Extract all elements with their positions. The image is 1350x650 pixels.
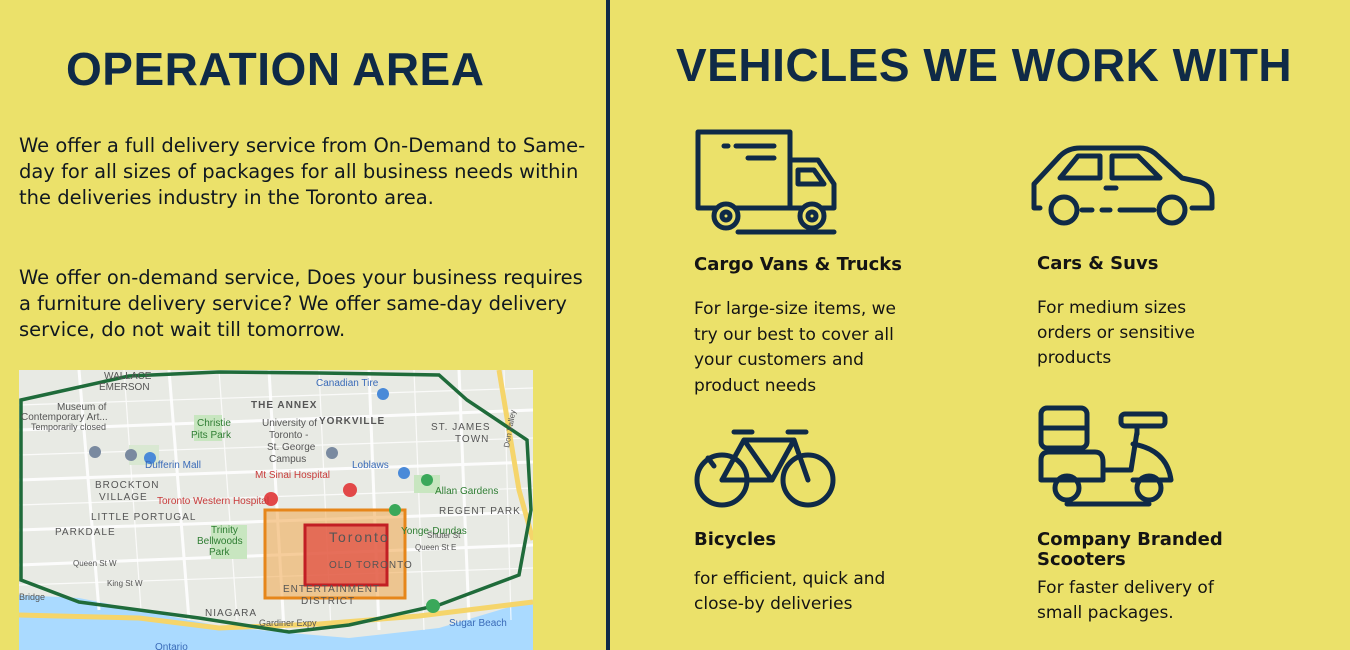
svg-text:Gardiner Expy: Gardiner Expy — [259, 618, 317, 628]
service-paragraph-2: We offer on-demand service, Does your bu… — [19, 266, 583, 341]
svg-text:Campus: Campus — [269, 454, 306, 465]
svg-text:VILLAGE: VILLAGE — [99, 492, 148, 503]
svg-text:ENTERTAINMENT: ENTERTAINMENT — [283, 584, 380, 595]
svg-text:Temporarily closed: Temporarily closed — [31, 422, 106, 432]
vehicle-desc-scooters: For faster delivery of small packages. — [1037, 578, 1214, 623]
svg-text:Toronto: Toronto — [329, 529, 390, 545]
column-divider — [606, 0, 610, 650]
svg-text:BROCKTON: BROCKTON — [95, 480, 160, 491]
svg-text:University of: University of — [262, 418, 317, 429]
svg-text:WALLACE: WALLACE — [104, 371, 152, 382]
svg-text:Loblaws: Loblaws — [352, 460, 389, 471]
svg-text:EMERSON: EMERSON — [99, 382, 150, 393]
service-paragraph-1: We offer a full delivery service from On… — [19, 134, 586, 209]
svg-text:Shuter St: Shuter St — [427, 531, 461, 540]
vehicle-title-trucks: Cargo Vans & Trucks — [694, 254, 902, 275]
svg-text:Toronto -: Toronto - — [269, 430, 308, 441]
svg-text:Pits Park: Pits Park — [191, 430, 232, 441]
svg-text:Queen St E: Queen St E — [415, 543, 456, 552]
vehicle-desc-cars: For medium sizes orders or sensitive pro… — [1037, 298, 1195, 368]
svg-text:Bridge: Bridge — [19, 592, 45, 602]
car-icon — [1030, 144, 1216, 235]
svg-text:Sugar Beach: Sugar Beach — [449, 618, 507, 629]
svg-text:OLD TORONTO: OLD TORONTO — [329, 560, 413, 571]
svg-text:Dufferin Mall: Dufferin Mall — [145, 460, 201, 471]
operation-area-title: OPERATION AREA — [66, 43, 485, 95]
svg-text:LITTLE PORTUGAL: LITTLE PORTUGAL — [91, 512, 196, 523]
bicycle-icon — [694, 428, 838, 515]
svg-text:Ontario: Ontario — [155, 642, 188, 650]
truck-icon — [694, 128, 838, 241]
vehicles-title: VEHICLES WE WORK WITH — [676, 39, 1293, 91]
svg-text:Trinity: Trinity — [211, 525, 238, 536]
svg-text:Christie: Christie — [197, 418, 231, 429]
svg-text:Mt Sinai Hospital: Mt Sinai Hospital — [255, 470, 330, 481]
svg-text:ST. JAMES: ST. JAMES — [431, 422, 491, 433]
vehicle-title-cars: Cars & Suvs — [1037, 253, 1159, 274]
svg-text:THE ANNEX: THE ANNEX — [251, 400, 317, 411]
svg-text:PARKDALE: PARKDALE — [55, 527, 116, 538]
svg-text:REGENT PARK: REGENT PARK — [439, 506, 521, 517]
vehicle-title-scooters: Company Branded Scooters — [1037, 529, 1223, 570]
svg-text:DISTRICT: DISTRICT — [301, 596, 355, 607]
svg-text:Queen St W: Queen St W — [73, 559, 117, 568]
svg-text:King St W: King St W — [107, 579, 143, 588]
vehicle-title-bicycles: Bicycles — [694, 529, 777, 550]
svg-text:TOWN: TOWN — [455, 434, 489, 445]
scooter-icon — [1037, 404, 1177, 513]
svg-text:Toronto Western Hospital: Toronto Western Hospital — [157, 496, 269, 507]
vehicle-desc-trucks: For large-size items, we try our best to… — [694, 299, 896, 396]
svg-text:Allan Gardens: Allan Gardens — [435, 486, 498, 497]
vehicle-desc-bicycles: for efficient, quick and close-by delive… — [694, 569, 886, 614]
operation-area-map: WALLACE EMERSON Canadian Tire Museum of … — [19, 370, 533, 650]
svg-text:Canadian Tire: Canadian Tire — [316, 378, 379, 389]
svg-text:NIAGARA: NIAGARA — [205, 608, 257, 619]
svg-text:St. George: St. George — [267, 442, 316, 453]
svg-text:YORKVILLE: YORKVILLE — [319, 416, 385, 427]
svg-text:Park: Park — [209, 547, 231, 558]
svg-text:Bellwoods: Bellwoods — [197, 536, 243, 547]
